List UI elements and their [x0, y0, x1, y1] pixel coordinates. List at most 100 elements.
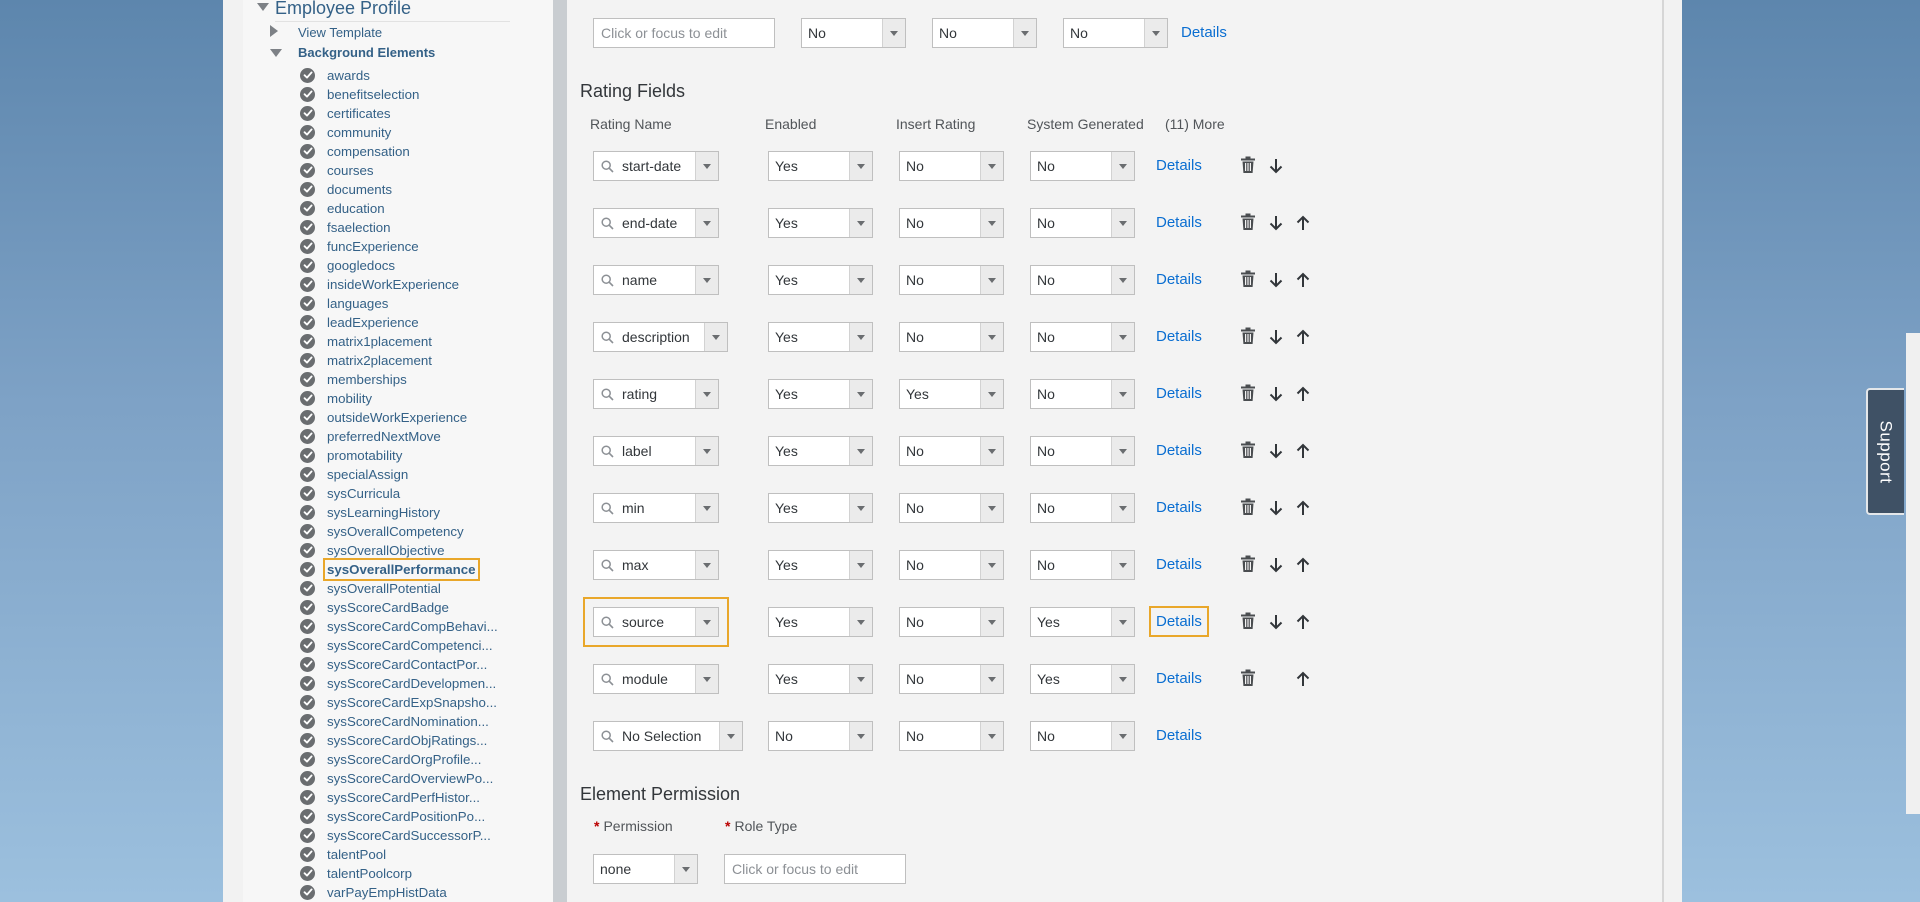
- tree-leaf-item[interactable]: documents: [300, 180, 392, 198]
- chevron-down-icon[interactable]: [980, 722, 1003, 750]
- chevron-down-icon[interactable]: [1111, 551, 1134, 579]
- tree-leaf-item[interactable]: sysScoreCardOverviewPo...: [300, 769, 493, 787]
- tree-leaf-item[interactable]: outsideWorkExperience: [300, 408, 467, 426]
- chevron-down-icon[interactable]: [1111, 152, 1134, 180]
- rating-name-combo[interactable]: min: [593, 493, 719, 523]
- chevron-down-icon[interactable]: [1111, 494, 1134, 522]
- support-tab[interactable]: Support: [1866, 388, 1904, 515]
- enabled-select[interactable]: Yes: [768, 607, 873, 637]
- tree-leaf-item[interactable]: sysCurricula: [300, 484, 400, 502]
- enabled-select[interactable]: No: [768, 721, 873, 751]
- chevron-down-icon[interactable]: [695, 380, 718, 408]
- details-link[interactable]: Details: [1156, 499, 1202, 516]
- tree-leaf-item[interactable]: awards: [300, 66, 370, 84]
- rating-name-combo[interactable]: start-date: [593, 151, 719, 181]
- chevron-down-icon[interactable]: [719, 722, 742, 750]
- tree-node-background-elements[interactable]: Background Elements: [270, 45, 435, 60]
- tree-leaf-item[interactable]: talentPool: [300, 845, 386, 863]
- trash-icon[interactable]: [1239, 554, 1257, 574]
- tree-leaf-item[interactable]: community: [300, 123, 391, 141]
- chevron-down-icon[interactable]: [1111, 209, 1134, 237]
- insert-select[interactable]: No: [899, 208, 1004, 238]
- details-link[interactable]: Details: [1156, 214, 1202, 231]
- chevron-down-icon[interactable]: [695, 551, 718, 579]
- arrow-down-icon[interactable]: [1267, 327, 1285, 347]
- arrow-up-icon[interactable]: [1294, 384, 1312, 404]
- tree-leaf-item[interactable]: sysScoreCardPositionPo...: [300, 807, 485, 825]
- tree-leaf-item[interactable]: sysScoreCardContactPor...: [300, 655, 487, 673]
- tree-leaf-item[interactable]: insideWorkExperience: [300, 275, 459, 293]
- tree-leaf-item[interactable]: talentPoolcorp: [300, 864, 412, 882]
- insert-select[interactable]: Yes: [899, 379, 1004, 409]
- chevron-down-icon[interactable]: [849, 209, 872, 237]
- details-link[interactable]: Details: [1149, 606, 1209, 637]
- tree-leaf-item[interactable]: sysScoreCardCompBehavi...: [300, 617, 498, 635]
- chevron-down-icon[interactable]: [849, 323, 872, 351]
- chevron-down-icon[interactable]: [674, 855, 697, 883]
- arrow-up-icon[interactable]: [1294, 612, 1312, 632]
- enabled-select[interactable]: Yes: [768, 265, 873, 295]
- rating-name-combo[interactable]: label: [593, 436, 719, 466]
- arrow-up-icon[interactable]: [1294, 213, 1312, 233]
- chevron-down-icon[interactable]: [1013, 19, 1036, 47]
- chevron-down-icon[interactable]: [1111, 380, 1134, 408]
- arrow-up-icon[interactable]: [1294, 441, 1312, 461]
- tree-leaf-item[interactable]: matrix1placement: [300, 332, 432, 350]
- chevron-down-icon[interactable]: [980, 209, 1003, 237]
- chevron-down-icon[interactable]: [695, 437, 718, 465]
- chevron-down-icon[interactable]: [704, 323, 727, 351]
- arrow-up-icon[interactable]: [1294, 669, 1312, 689]
- system-select[interactable]: No: [1030, 151, 1135, 181]
- top-select-2[interactable]: No: [932, 18, 1037, 48]
- chevron-down-icon[interactable]: [980, 551, 1003, 579]
- tree-leaf-item[interactable]: sysScoreCardSuccessorP...: [300, 826, 491, 844]
- tree-leaf-item[interactable]: mobility: [300, 389, 372, 407]
- system-select[interactable]: No: [1030, 436, 1135, 466]
- arrow-down-icon[interactable]: [1267, 441, 1285, 461]
- chevron-down-icon[interactable]: [1111, 323, 1134, 351]
- chevron-down-icon[interactable]: [849, 437, 872, 465]
- details-link[interactable]: Details: [1156, 385, 1202, 402]
- chevron-down-icon[interactable]: [1111, 665, 1134, 693]
- tree-node-employee-profile[interactable]: Employee Profile: [257, 0, 411, 19]
- tree-leaf-item[interactable]: matrix2placement: [300, 351, 432, 369]
- trash-icon[interactable]: [1239, 383, 1257, 403]
- system-select[interactable]: Yes: [1030, 664, 1135, 694]
- chevron-down-icon[interactable]: [849, 152, 872, 180]
- tree-leaf-item[interactable]: sysOverallPotential: [300, 579, 441, 597]
- arrow-down-icon[interactable]: [1267, 555, 1285, 575]
- chevron-down-icon[interactable]: [980, 152, 1003, 180]
- arrow-up-icon[interactable]: [1294, 327, 1312, 347]
- tree-leaf-item[interactable]: sysOverallObjective: [300, 541, 445, 559]
- tree-leaf-item[interactable]: funcExperience: [300, 237, 419, 255]
- top-select-3[interactable]: No: [1063, 18, 1168, 48]
- chevron-down-icon[interactable]: [1144, 19, 1167, 47]
- tree-node-view-template[interactable]: View Template: [270, 25, 382, 40]
- rating-name-combo[interactable]: rating: [593, 379, 719, 409]
- system-select[interactable]: No: [1030, 265, 1135, 295]
- trash-icon[interactable]: [1239, 212, 1257, 232]
- enabled-select[interactable]: Yes: [768, 379, 873, 409]
- insert-select[interactable]: No: [899, 322, 1004, 352]
- tree-leaf-item[interactable]: benefitselection: [300, 85, 419, 103]
- insert-select[interactable]: No: [899, 607, 1004, 637]
- chevron-down-icon[interactable]: [257, 3, 269, 11]
- trash-icon[interactable]: [1239, 611, 1257, 631]
- enabled-select[interactable]: Yes: [768, 664, 873, 694]
- arrow-down-icon[interactable]: [1267, 156, 1285, 176]
- rating-name-combo[interactable]: module: [593, 664, 719, 694]
- trash-icon[interactable]: [1239, 155, 1257, 175]
- chevron-down-icon[interactable]: [849, 608, 872, 636]
- chevron-down-icon[interactable]: [882, 19, 905, 47]
- system-select[interactable]: No: [1030, 550, 1135, 580]
- details-link[interactable]: Details: [1156, 556, 1202, 573]
- chevron-down-icon[interactable]: [695, 665, 718, 693]
- tree-leaf-item[interactable]: sysOverallPerformance: [300, 557, 480, 581]
- arrow-down-icon[interactable]: [1267, 384, 1285, 404]
- details-link[interactable]: Details: [1156, 328, 1202, 345]
- trash-icon[interactable]: [1239, 269, 1257, 289]
- insert-select[interactable]: No: [899, 721, 1004, 751]
- chevron-down-icon[interactable]: [849, 722, 872, 750]
- rating-name-combo[interactable]: max: [593, 550, 719, 580]
- details-link[interactable]: Details: [1156, 442, 1202, 459]
